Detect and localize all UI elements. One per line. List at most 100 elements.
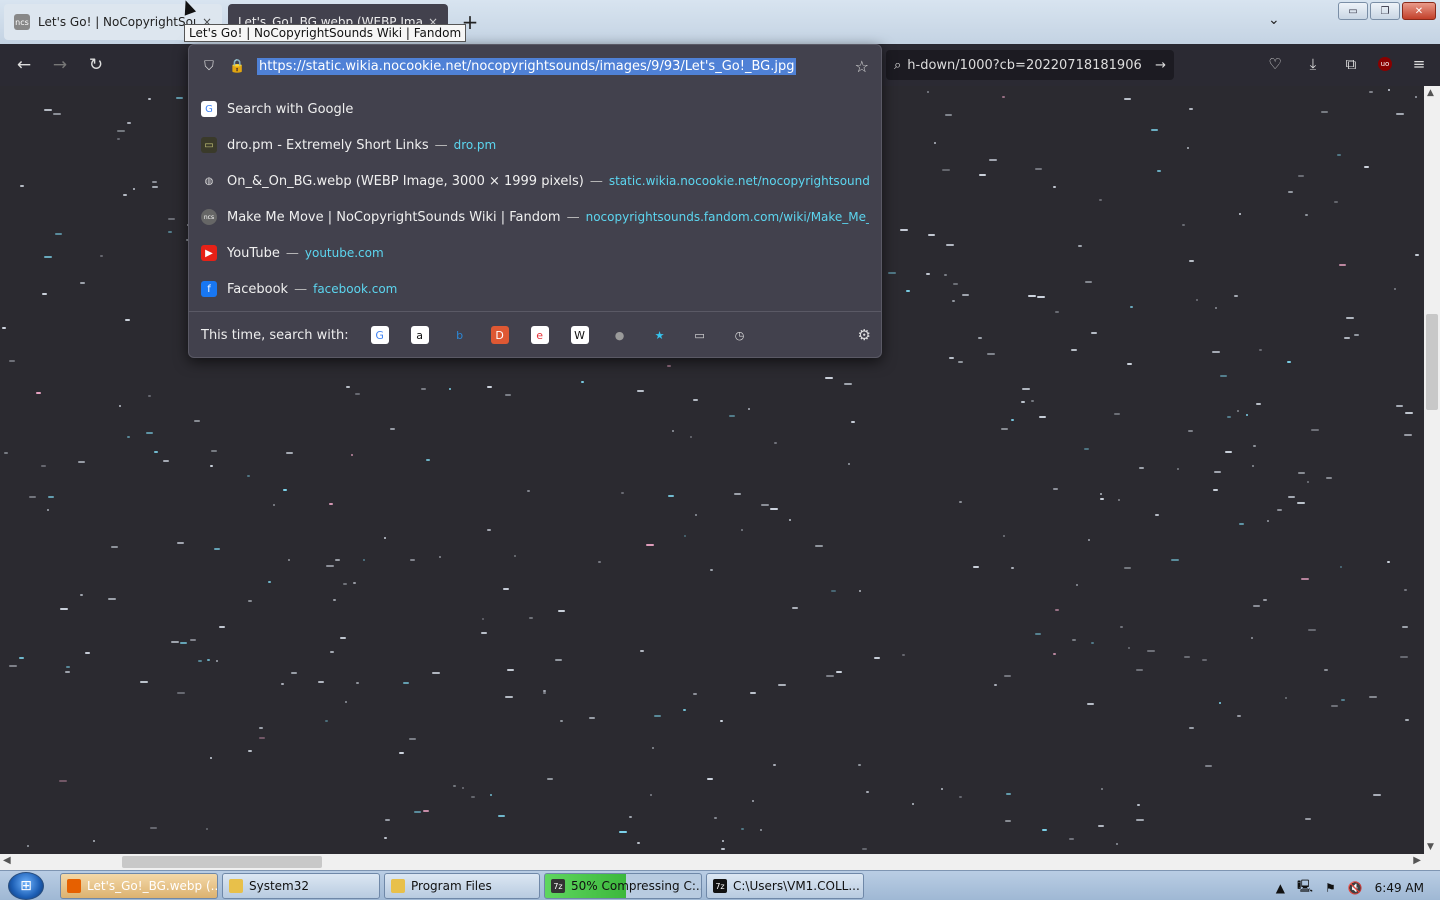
star-speck [1344,337,1350,339]
scrollbar-corner [1424,854,1440,870]
suggestion-title: Make Me Move | NoCopyrightSounds Wiki | … [227,209,561,225]
suggestion-youtube[interactable]: ▶ YouTube — youtube.com [189,235,881,271]
pocket-icon[interactable]: ♡ [1264,52,1286,76]
star-speck [1259,349,1262,351]
amazon-engine-icon[interactable]: a [410,326,429,344]
star-speck [421,388,426,390]
wikipedia-engine-icon[interactable]: W [570,326,589,344]
suggestion-on-and-on-webp[interactable]: ◍ On_&_On_BG.webp (WEBP Image, 3000 × 19… [189,163,881,199]
scroll-down-arrow-icon[interactable]: ▼ [1427,842,1434,852]
search-bar-value[interactable]: h-down/1000?cb=20220718181906 [907,58,1141,73]
star-speck [176,97,183,99]
bookmarks-icon[interactable]: ★ [651,326,669,344]
taskbar-system32[interactable]: System32 [222,873,380,899]
history-icon[interactable]: ◷ [731,326,749,344]
forward-button[interactable]: → [46,52,74,78]
star-speck [844,383,852,385]
other-engine-icon[interactable]: ● [611,326,629,344]
star-speck [1099,199,1102,201]
close-window-button[interactable]: ✕ [1402,2,1436,20]
clock[interactable]: 6:49 AM [1375,881,1424,895]
star-speck [1189,727,1194,729]
scroll-right-arrow-icon[interactable]: ▶ [1413,855,1421,866]
star-speck [1415,254,1419,256]
suggestion-dro-pm[interactable]: ▭ dro.pm - Extremely Short Links — dro.p… [189,127,881,163]
volume-muted-icon[interactable]: 🔇 [1348,881,1363,895]
search-go-icon[interactable]: → [1155,58,1166,73]
star-speck [934,142,936,144]
suggestion-url: dro.pm [453,138,497,152]
star-speck [527,490,530,492]
ublock-icon[interactable]: uo [1378,57,1392,71]
star-speck [1100,498,1104,500]
star-speck [1251,637,1253,639]
search-settings-gear-icon[interactable]: ⚙ [858,326,871,344]
tabs-icon[interactable]: ▭ [691,326,709,344]
list-all-tabs-button[interactable]: ⌄ [1268,12,1280,28]
vertical-scrollbar[interactable]: ▲ ▼ [1424,86,1440,854]
star-speck [1287,361,1291,363]
star-speck [42,293,47,295]
horizontal-scroll-thumb[interactable] [122,856,322,868]
back-button[interactable]: ← [10,52,38,78]
ncs-favicon-icon: ncs [201,209,217,225]
star-speck [1394,288,1396,290]
duckduckgo-engine-icon[interactable]: D [490,326,509,344]
star-speck [471,796,475,798]
star-speck [646,544,654,546]
star-speck [695,514,697,516]
ebay-engine-icon[interactable]: e [530,326,549,344]
bing-engine-icon[interactable]: b [451,326,469,344]
star-speck [1396,113,1404,115]
taskbar-7zip-compressing[interactable]: 7z 50% Compressing C:... [544,873,702,899]
suggestion-make-me-move[interactable]: ncs Make Me Move | NoCopyrightSounds Wik… [189,199,881,235]
star-speck [710,569,713,571]
suggestion-facebook[interactable]: f Facebook — facebook.com [189,271,881,307]
separator: — [285,245,299,261]
star-speck [1307,481,1309,483]
star-speck [318,681,324,683]
star-speck [210,757,212,759]
bookmark-star-icon[interactable]: ☆ [855,57,869,76]
star-speck [426,459,430,461]
restore-button[interactable]: ❐ [1370,2,1400,20]
url-input[interactable]: https://static.wikia.nocookie.net/nocopy… [257,57,797,75]
star-speck [926,273,930,275]
star-speck [1253,605,1260,607]
star-speck [640,650,644,652]
star-speck [1237,410,1239,412]
vertical-scroll-thumb[interactable] [1426,314,1438,410]
suggestion-search-google[interactable]: G Search with Google [189,91,881,127]
star-speck [273,504,275,506]
google-engine-icon[interactable]: G [370,326,389,344]
star-speck [119,405,121,407]
horizontal-scrollbar[interactable]: ◀ ▶ [0,854,1424,870]
star-speck [581,381,584,383]
star-speck [1120,626,1123,628]
star-speck [259,737,265,739]
action-center-flag-icon[interactable]: ⚑ [1325,881,1336,895]
reload-button[interactable]: ↻ [82,52,110,78]
extensions-icon[interactable]: ⧉ [1340,52,1362,76]
star-speck [1212,351,1220,353]
menu-icon[interactable]: ≡ [1408,52,1430,76]
search-bar[interactable]: ⌕ h-down/1000?cb=20220718181906 → [886,50,1174,80]
suggestion-title: dro.pm - Extremely Short Links [227,137,429,153]
scroll-left-arrow-icon[interactable]: ◀ [3,855,11,866]
tracking-protection-shield-icon[interactable]: ⛉ [201,59,217,74]
star-speck [1147,650,1155,652]
address-bar[interactable]: ⛉ 🔒 https://static.wikia.nocookie.net/no… [189,45,881,87]
scroll-up-arrow-icon[interactable]: ▲ [1427,88,1434,98]
taskbar-label: System32 [249,879,310,893]
lock-icon[interactable]: 🔒 [229,59,245,74]
taskbar-firefox[interactable]: Let's_Go!_BG.webp (... [60,873,218,899]
show-hidden-icons-arrow-icon[interactable]: ▲ [1276,881,1285,895]
network-icon[interactable]: 🖳 [1297,877,1313,898]
start-button[interactable]: ⊞ [8,872,44,900]
star-speck [409,738,416,740]
star-speck [741,828,744,830]
minimize-button[interactable]: ▭ [1338,2,1368,20]
download-icon[interactable]: ⤓ [1302,52,1324,76]
taskbar-command-prompt[interactable]: 7z C:\Users\VM1.COLL... [706,873,864,899]
taskbar-program-files[interactable]: Program Files [384,873,540,899]
